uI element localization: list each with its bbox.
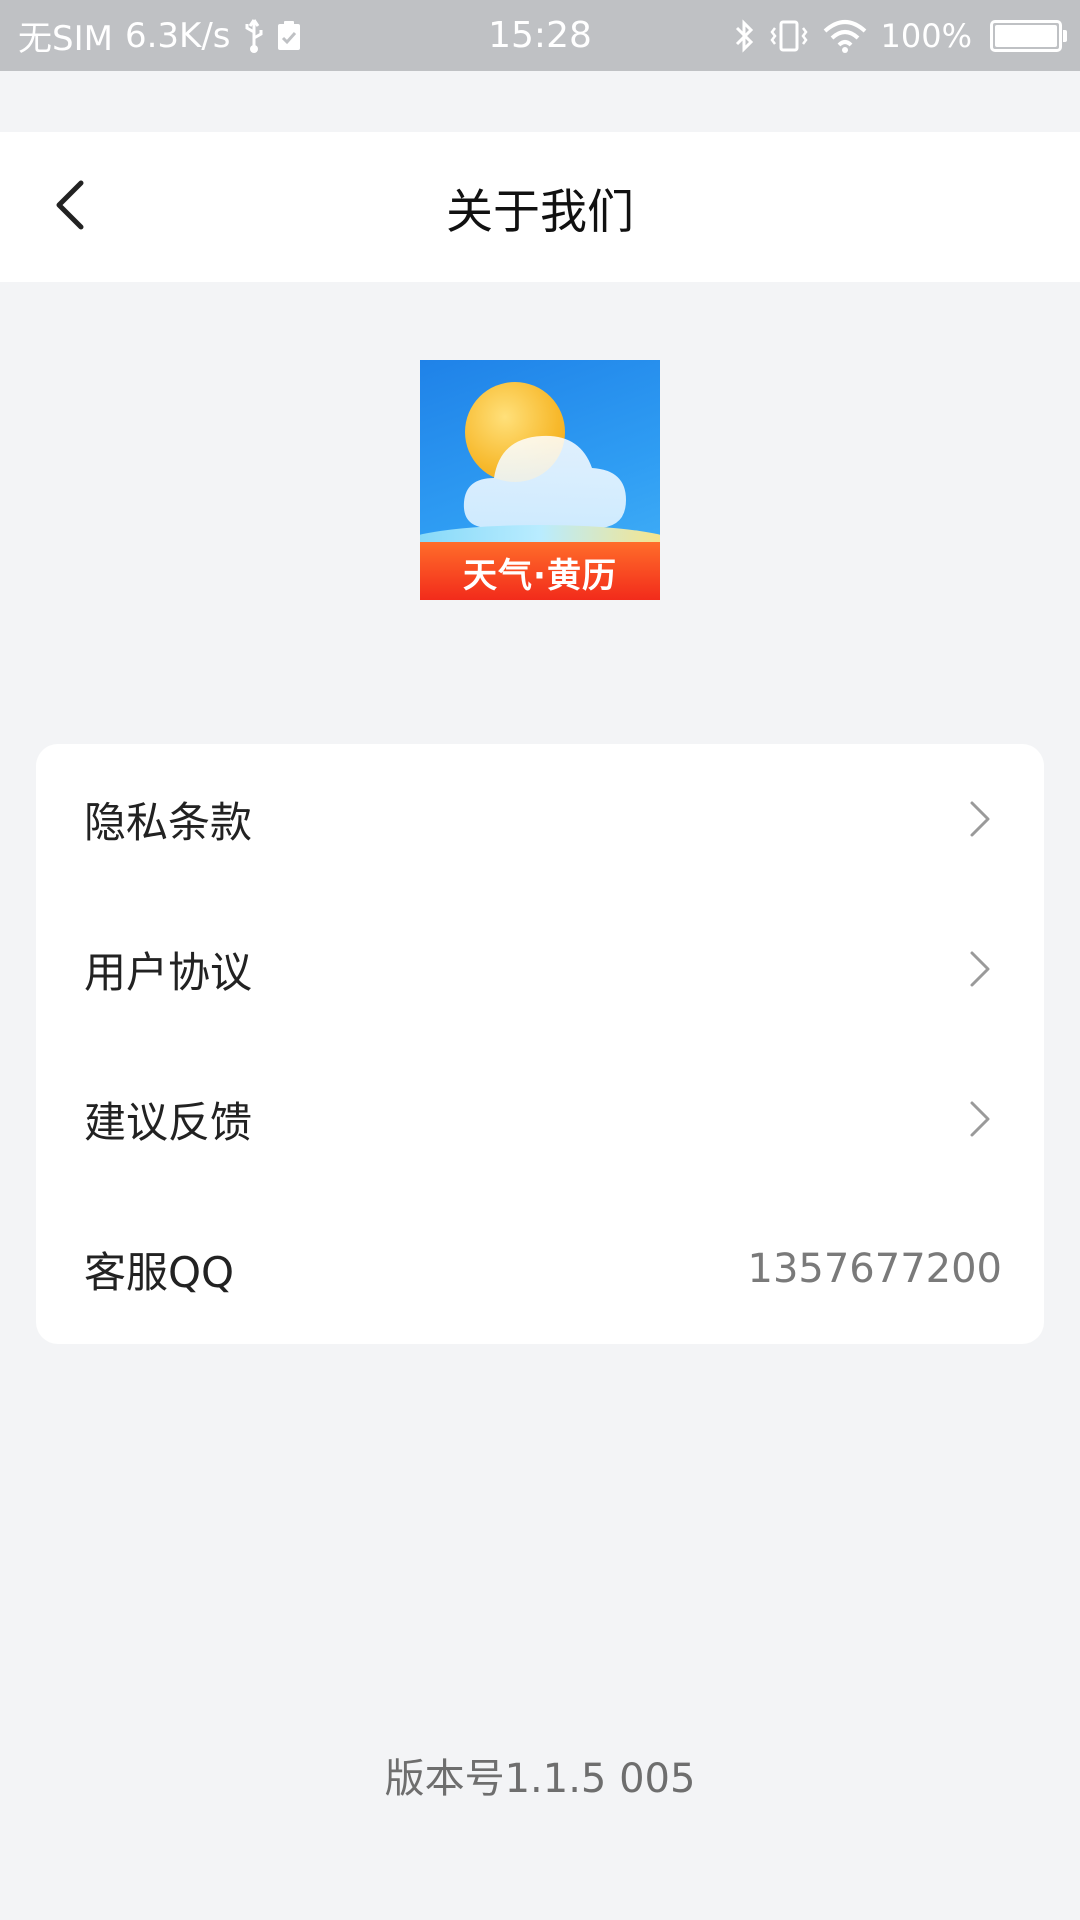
menu-item-feedback[interactable]: 建议反馈	[36, 1044, 1044, 1194]
back-button[interactable]	[30, 167, 110, 247]
menu-item-label: 建议反馈	[84, 1097, 253, 1147]
bluetooth-icon	[733, 18, 755, 54]
battery-icon	[990, 19, 1067, 52]
menu-item-user-agreement[interactable]: 用户协议	[36, 894, 1044, 1044]
status-bar-left: 无SIM 6.3K/s	[18, 0, 301, 71]
vibrate-icon	[769, 18, 809, 54]
carrier-label: 无SIM	[18, 19, 113, 59]
cloud-icon	[463, 435, 626, 528]
wifi-icon	[823, 19, 867, 53]
customer-service-qq-value: 1357677200	[747, 1246, 1003, 1292]
battery-percent: 100%	[880, 16, 972, 55]
menu-item-customer-service-qq[interactable]: 客服QQ 1357677200	[36, 1194, 1044, 1344]
menu-item-label: 隐私条款	[84, 797, 253, 847]
menu-item-label: 用户协议	[84, 947, 253, 997]
navigation-bar: 关于我们	[0, 132, 1080, 282]
menu-item-privacy[interactable]: 隐私条款	[36, 744, 1044, 894]
usb-icon	[243, 18, 265, 54]
version-label: 版本号1.1.5 005	[384, 1756, 696, 1802]
status-bar: 无SIM 6.3K/s 15:28 100%	[0, 0, 1080, 71]
menu-item-label: 客服QQ	[84, 1247, 235, 1297]
chevron-right-icon	[960, 744, 1000, 894]
clipboard-check-icon	[277, 20, 301, 51]
status-bar-right: 100%	[733, 0, 1067, 71]
battery-level	[995, 24, 1057, 47]
chevron-right-icon	[960, 1044, 1000, 1194]
app-logo: 天气·黄历	[420, 360, 660, 600]
chevron-right-icon	[960, 894, 1000, 1044]
page-title: 关于我们	[446, 184, 634, 240]
chevron-left-icon	[53, 179, 87, 235]
about-menu-card: 隐私条款 用户协议 建议反馈 客服QQ 1357677200	[36, 744, 1044, 1344]
network-speed-label: 6.3K/s	[124, 15, 231, 56]
logo-text: 天气·黄历	[463, 555, 617, 596]
